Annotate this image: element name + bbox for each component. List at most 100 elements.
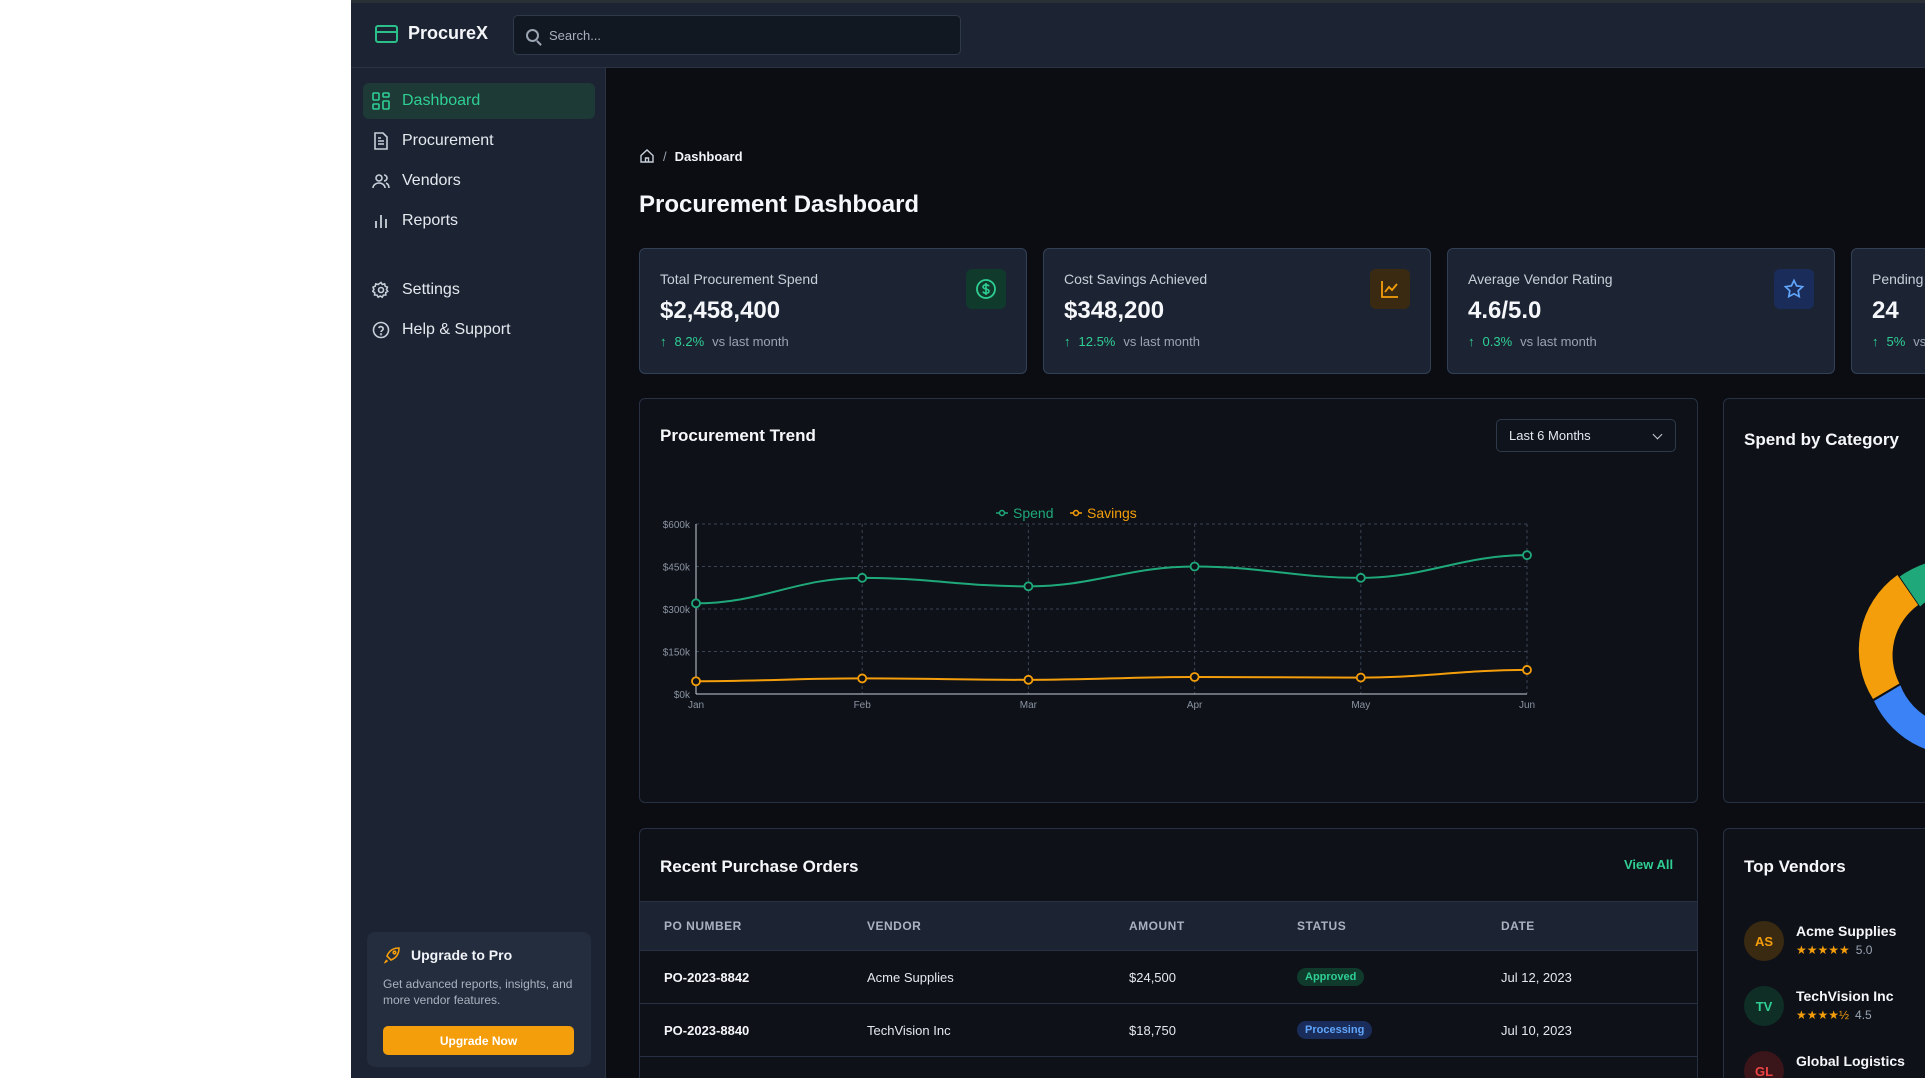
avatar: AS [1744,921,1784,961]
vendor-cell: TechVision Inc [867,1003,1129,1057]
data-point-spend [1023,581,1034,592]
po-number: PO-2023-8842 [640,950,867,1004]
kpi-label: Pending [1872,271,1924,287]
kpi-change-value: 5% [1886,334,1906,349]
sidebar-item-label: Procurement [402,132,494,149]
sidebar-item-help-support[interactable]: Help & Support [363,312,595,348]
column-header[interactable]: PO NUMBER [640,901,867,951]
data-point-spend [1522,550,1532,561]
sidebar-item-settings[interactable]: Settings [363,272,595,308]
sidebar-item-procurement[interactable]: Procurement [363,123,595,159]
amount-cell: $18,750 [1129,1003,1297,1057]
column-header[interactable]: VENDOR [867,901,1129,951]
legend-marker [998,509,1006,517]
page-title: Procurement Dashboard [639,191,920,218]
column-header[interactable]: STATUS [1297,901,1501,951]
app-window: ProcureX Dashboard Procurement Vendors R… [351,0,1925,1078]
card-title: Recent Purchase Orders [660,857,859,876]
breadcrumb: / Dashboard [639,148,743,164]
sidebar-item-label: Settings [402,281,460,298]
status-badge: Approved [1297,968,1365,986]
search-input[interactable] [549,27,929,43]
data-point-savings [857,673,868,684]
arrow-up-icon: ↑ [1468,334,1475,349]
y-tick-label: $300k [663,605,691,616]
kpi-change-value: 8.2% [674,334,705,349]
dollar-icon [976,279,996,299]
sidebar-item-reports[interactable]: Reports [363,203,595,239]
x-tick-label: Jan [688,700,704,711]
table-header-row: PO NUMBER VENDOR AMOUNT STATUS DATE [640,901,1697,951]
kpi-card-cost-savings: Cost Savings Achieved $348,200 ↑ 12.5% vs … [1043,248,1431,374]
bar-chart-icon [375,215,387,228]
donut-segment-orange [1858,575,1919,699]
vendor-cell: Acme Supplies [867,950,1129,1004]
table-row[interactable]: PO-2023-8842 Acme Supplies $24,500 Appro… [640,950,1697,1004]
view-all-link[interactable]: View All [1624,857,1673,872]
x-tick-label: Jun [1519,700,1535,711]
rating-value: 4.5 [1855,1008,1872,1022]
upgrade-now-button[interactable]: Upgrade Now [383,1026,574,1055]
category-donut-chart [1858,563,1925,749]
breadcrumb-current: Dashboard [674,148,743,164]
kpi-label: Average Vendor Rating [1468,271,1613,287]
trend-line-chart: $0k$150k$300k$450k$600kJan Feb Mar Apr May Ju… [663,505,1535,711]
procurement-trend-card: Procurement Trend Last 6 Months $0k $150k… [639,398,1698,803]
search-box[interactable] [513,15,961,55]
y-tick-label: $150k [663,648,691,659]
sidebar-item-vendors[interactable]: Vendors [363,163,595,199]
vendor-item[interactable]: TV TechVision Inc ★★★★½ 4.5 [1744,986,1894,1026]
kpi-label: Total Procurement Spend [660,271,818,287]
sidebar-item-label: Dashboard [402,92,481,109]
column-header[interactable]: AMOUNT [1129,901,1297,951]
kpi-value: $348,200 [1064,297,1165,324]
kpi-change-suffix: vs last month [1913,334,1925,349]
kpi-change-suffix: vs last month [1123,334,1200,349]
date-cell: Jul 12, 2023 [1501,950,1697,1004]
card-title: Top Vendors [1744,857,1846,876]
data-point-savings [1023,674,1034,685]
card-title: Procurement Trend [660,426,816,445]
data-point-savings [1522,665,1532,675]
table-row[interactable]: PO-2023-8840 TechVision Inc $18,750 Proc… [640,1003,1697,1057]
kpi-change: ↑ 0.3% vs last month [1468,334,1814,349]
upgrade-card: Upgrade to Pro Get advanced reports, ins… [367,932,591,1067]
vendor-name: Global Logistics [1796,1053,1905,1069]
date-cell: Jul 10, 2023 [1501,1003,1697,1057]
legend-label: Savings [1087,505,1137,521]
arrow-up-icon: ↑ [1064,334,1071,349]
kpi-icon [1370,269,1410,309]
avatar: GL [1744,1051,1784,1078]
vendor-item[interactable]: GL Global Logistics [1744,1051,1905,1078]
star-rating-icons: ★★★★★ [1796,943,1850,957]
kpi-icon [966,269,1006,309]
home-icon[interactable] [639,148,655,164]
series-line-spend [695,554,1528,605]
kpi-change-suffix: vs last month [1520,334,1597,349]
x-tick-label: Apr [1187,700,1203,711]
data-point-spend [691,598,701,609]
kpi-change: ↑ 12.5% vs last month [1064,334,1410,349]
data-point-savings [1355,672,1366,683]
top-vendors-card: Top Vendors AS Acme Supplies ★★★★★ 5.0 TV… [1723,828,1925,1078]
x-tick-label: May [1351,700,1370,711]
kpi-change-value: 12.5% [1078,334,1116,349]
document-icon [374,132,388,150]
sidebar-item-dashboard[interactable]: Dashboard [363,83,595,119]
data-point-spend [857,572,868,583]
gear-icon [372,281,389,299]
upgrade-title-text: Upgrade to Pro [411,947,513,963]
brand[interactable]: ProcureX [375,23,488,44]
app-name: ProcureX [408,23,489,43]
vendor-item[interactable]: AS Acme Supplies ★★★★★ 5.0 [1744,921,1896,961]
vendor-name: Acme Supplies [1796,923,1897,939]
kpi-card-pending: Pending 24 ↑ 5% vs last month [1851,248,1925,374]
kpi-icon [1774,269,1814,309]
kpi-change-value: 0.3% [1482,334,1513,349]
range-select[interactable]: Last 6 Months [1496,419,1676,452]
column-header[interactable]: DATE [1501,901,1697,951]
x-tick-label: Mar [1020,700,1038,711]
arrow-up-icon: ↑ [660,334,667,349]
top-bar: ProcureX [351,0,1925,68]
upgrade-title: Upgrade to Pro [383,946,575,964]
